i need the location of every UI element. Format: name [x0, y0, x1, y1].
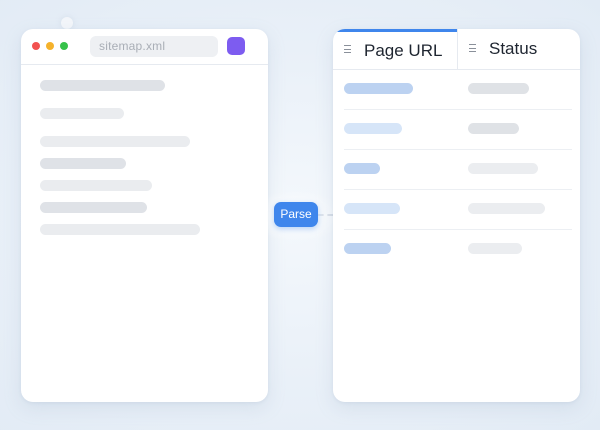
- placeholder-line: [40, 202, 147, 213]
- status-cell-placeholder: [468, 243, 522, 254]
- status-cell-placeholder: [468, 163, 538, 174]
- decorative-dot: [61, 17, 73, 29]
- status-cell-placeholder: [468, 123, 519, 134]
- placeholder-line: [40, 224, 200, 235]
- table-row[interactable]: [344, 229, 572, 269]
- table-row[interactable]: [344, 69, 572, 110]
- placeholder-line: [40, 158, 126, 169]
- menu-lines-icon: [469, 44, 476, 52]
- placeholder-line: [40, 136, 190, 147]
- extension-button[interactable]: [227, 37, 245, 55]
- column-header-status[interactable]: Status: [457, 29, 580, 69]
- url-cell-placeholder: [344, 243, 391, 254]
- status-cell-placeholder: [468, 83, 529, 94]
- table-row[interactable]: [344, 189, 572, 230]
- url-cell-placeholder: [344, 203, 400, 214]
- status-cell-placeholder: [468, 203, 545, 214]
- maximize-window-dot[interactable]: [60, 42, 68, 50]
- placeholder-line: [40, 80, 165, 91]
- url-cell-placeholder: [344, 163, 380, 174]
- column-label: Page URL: [364, 41, 443, 60]
- table-row[interactable]: [344, 109, 572, 150]
- menu-lines-icon: [344, 45, 351, 53]
- table-row[interactable]: [344, 149, 572, 190]
- parse-button[interactable]: Parse: [274, 202, 318, 227]
- column-header-page-url[interactable]: Page URL: [333, 29, 457, 69]
- url-cell-placeholder: [344, 123, 402, 134]
- column-label: Status: [489, 39, 538, 58]
- placeholder-line: [40, 108, 124, 119]
- placeholder-line: [40, 180, 152, 191]
- minimize-window-dot[interactable]: [46, 42, 54, 50]
- table-header: Page URL Status: [333, 29, 580, 70]
- address-bar[interactable]: sitemap.xml: [90, 36, 218, 57]
- sitemap-browser-window: sitemap.xml: [21, 29, 268, 402]
- close-window-dot[interactable]: [32, 42, 40, 50]
- results-table: Page URL Status: [333, 29, 580, 402]
- url-cell-placeholder: [344, 83, 413, 94]
- browser-titlebar: sitemap.xml: [21, 29, 268, 65]
